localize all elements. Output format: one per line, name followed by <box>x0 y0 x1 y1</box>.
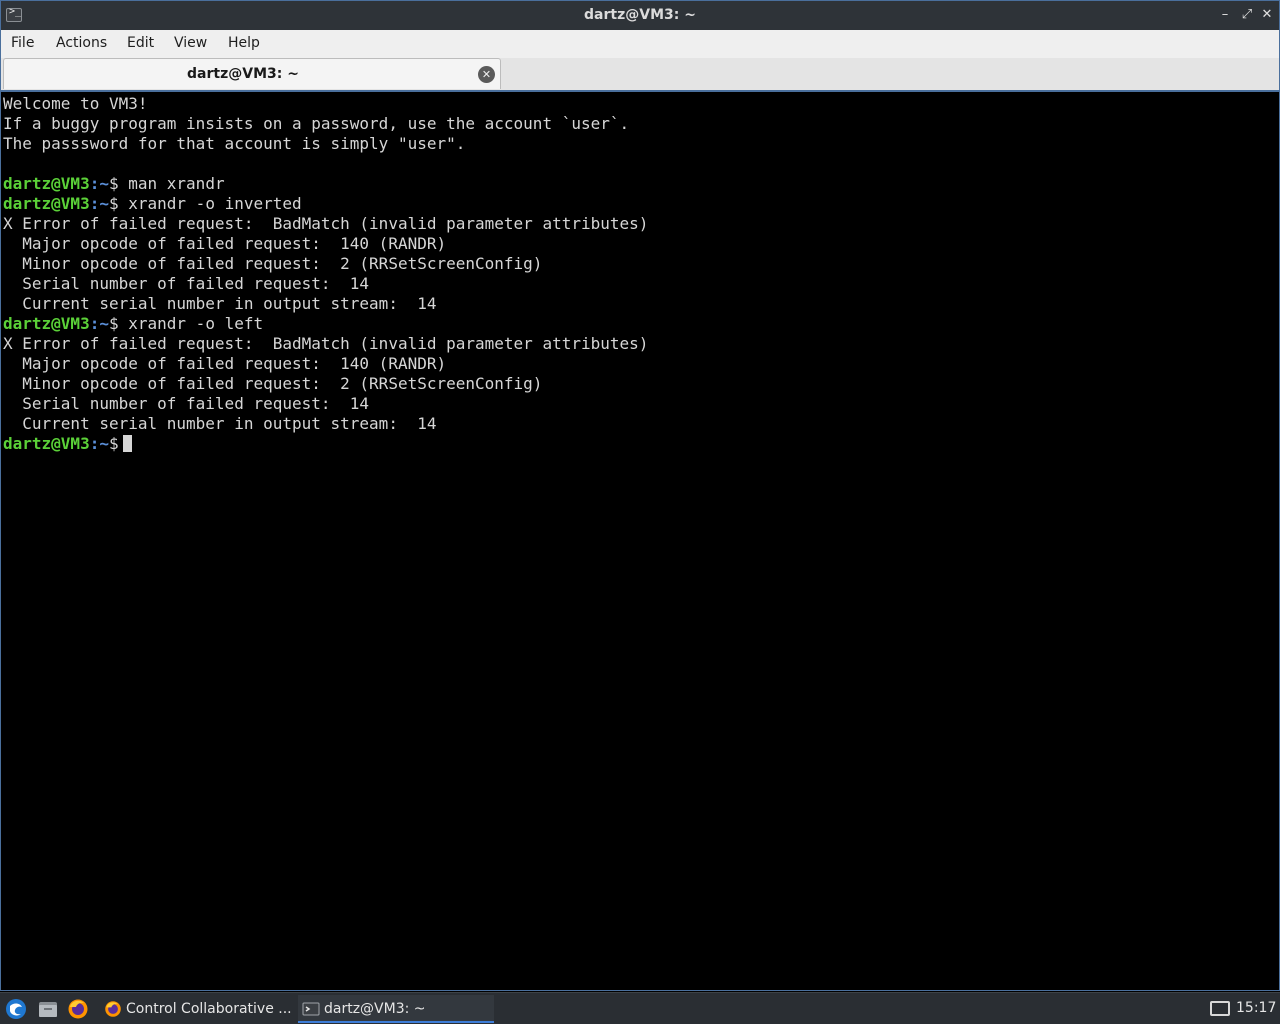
command-line: dartz@VM3:~$ xrandr -o left <box>3 314 264 333</box>
text-cursor <box>122 435 132 452</box>
output-line: Major opcode of failed request: 140 (RAN… <box>3 354 447 373</box>
task-label: dartz@VM3: ~ <box>324 1001 426 1017</box>
active-prompt-line[interactable]: dartz@VM3:~$ <box>3 434 1279 454</box>
window-titlebar[interactable]: >_ dartz@VM3: ~ – ⤢ ✕ <box>0 0 1280 30</box>
task-terminal[interactable]: dartz@VM3: ~ <box>298 995 494 1023</box>
taskbar: Control Collaborative ... dartz@VM3: ~ 1… <box>0 992 1280 1024</box>
start-menu-icon[interactable] <box>5 998 27 1020</box>
output-line: Current serial number in output stream: … <box>3 414 437 433</box>
output-line: Minor opcode of failed request: 2 (RRSet… <box>3 254 543 273</box>
prompt-user: dartz@VM3 <box>3 314 90 333</box>
command-text: xrandr -o left <box>128 314 264 333</box>
minimize-icon[interactable]: – <box>1216 6 1234 24</box>
maximize-icon[interactable]: ⤢ <box>1238 6 1256 24</box>
firefox-icon <box>105 1001 121 1017</box>
prompt-user: dartz@VM3 <box>3 434 90 453</box>
motd-line: Welcome to VM3! <box>3 94 148 113</box>
output-line: X Error of failed request: BadMatch (inv… <box>3 214 649 233</box>
menu-file[interactable]: File <box>11 35 34 51</box>
file-manager-icon[interactable] <box>37 998 59 1020</box>
menu-edit[interactable]: Edit <box>127 35 154 51</box>
menu-view[interactable]: View <box>174 35 207 51</box>
output-line: Current serial number in output stream: … <box>3 294 437 313</box>
output-line: Minor opcode of failed request: 2 (RRSet… <box>3 374 543 393</box>
tabbar: dartz@VM3: ~ ✕ <box>0 58 1280 90</box>
command-text: man xrandr <box>128 174 225 193</box>
network-icon[interactable] <box>1210 1001 1230 1016</box>
close-icon[interactable]: ✕ <box>1258 6 1276 24</box>
prompt-path: ~ <box>99 194 109 213</box>
prompt-path: ~ <box>99 434 109 453</box>
prompt-path: ~ <box>99 314 109 333</box>
clock[interactable]: 15:17 <box>1236 1000 1276 1016</box>
task-firefox[interactable]: Control Collaborative ... <box>100 995 292 1023</box>
terminal-icon <box>302 1002 320 1016</box>
tab-label: dartz@VM3: ~ <box>187 66 299 82</box>
terminal-output[interactable]: Welcome to VM3! If a buggy program insis… <box>0 90 1280 991</box>
prompt-user: dartz@VM3 <box>3 174 90 193</box>
prompt-path: ~ <box>99 174 109 193</box>
command-line: dartz@VM3:~$ man xrandr <box>3 174 225 193</box>
task-label: Control Collaborative ... <box>126 1001 292 1017</box>
firefox-icon[interactable] <box>67 998 89 1020</box>
menu-actions[interactable]: Actions <box>56 35 107 51</box>
output-line: Serial number of failed request: 14 <box>3 394 370 413</box>
tab-close-icon[interactable]: ✕ <box>478 66 495 83</box>
menubar: File Actions Edit View Help <box>0 30 1280 58</box>
motd-line: The passsword for that account is simply… <box>3 134 466 153</box>
output-line: X Error of failed request: BadMatch (inv… <box>3 334 649 353</box>
output-line: Serial number of failed request: 14 <box>3 274 370 293</box>
output-line: Major opcode of failed request: 140 (RAN… <box>3 234 447 253</box>
command-line: dartz@VM3:~$ xrandr -o inverted <box>3 194 302 213</box>
prompt-user: dartz@VM3 <box>3 194 90 213</box>
menu-help[interactable]: Help <box>228 35 260 51</box>
motd-line: If a buggy program insists on a password… <box>3 114 630 133</box>
window-title: dartz@VM3: ~ <box>584 7 696 23</box>
terminal-tab[interactable]: dartz@VM3: ~ ✕ <box>3 58 501 89</box>
command-text: xrandr -o inverted <box>128 194 302 213</box>
